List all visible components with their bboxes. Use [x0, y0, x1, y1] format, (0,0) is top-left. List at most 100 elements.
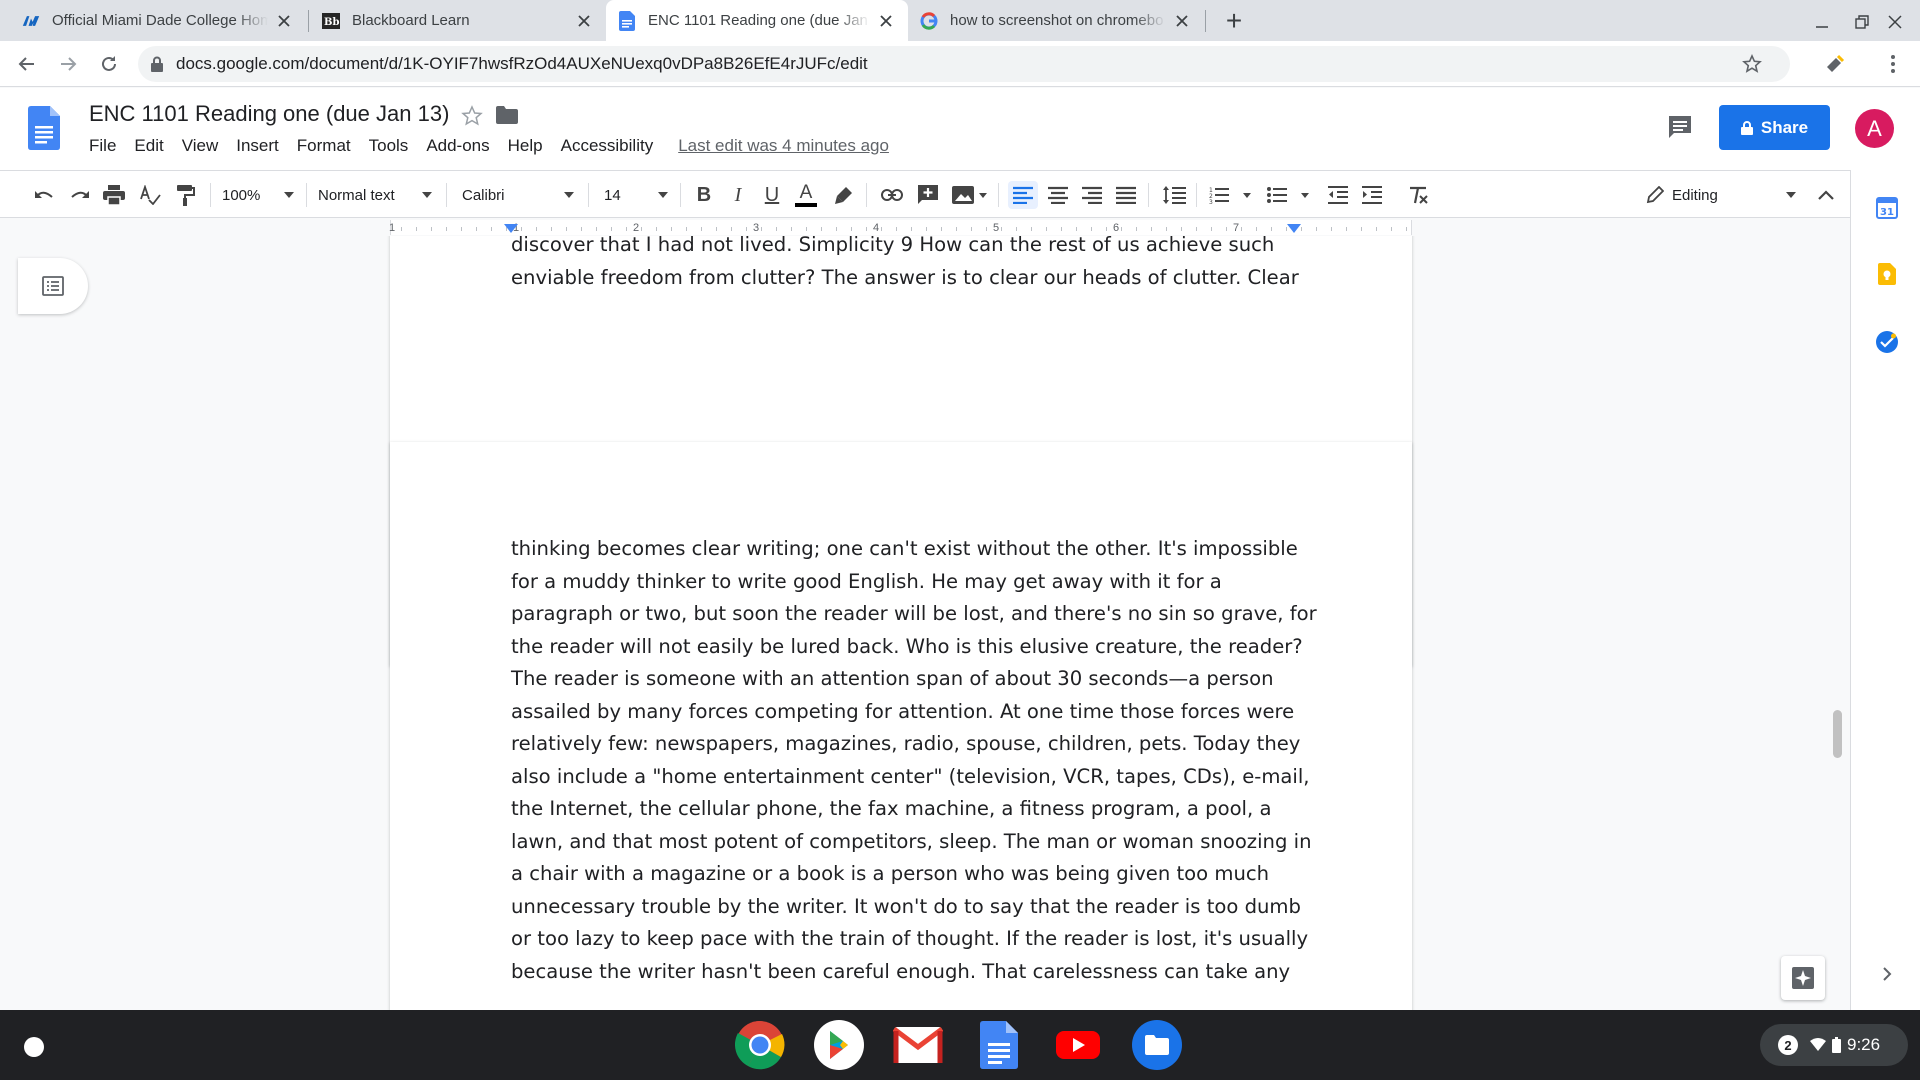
document-text-line[interactable]: also include a "home entertainment cente…: [511, 761, 1310, 794]
print-icon[interactable]: [100, 181, 128, 209]
docs-home-icon[interactable]: [28, 106, 60, 150]
document-page[interactable]: thinking becomes clear writing; one can'…: [390, 442, 1412, 1010]
close-tab-icon[interactable]: [876, 11, 896, 31]
avatar[interactable]: A: [1855, 109, 1894, 148]
numbered-list-icon[interactable]: 123: [1208, 181, 1254, 209]
menu-file[interactable]: File: [80, 136, 125, 156]
keep-icon[interactable]: [1875, 262, 1899, 286]
reload-button[interactable]: [96, 51, 122, 77]
document-text-line[interactable]: thinking becomes clear writing; one can'…: [511, 533, 1298, 566]
insert-image-icon[interactable]: [950, 181, 990, 209]
star-icon[interactable]: [461, 105, 483, 127]
document-text-line[interactable]: the reader will not easily be lured back…: [511, 631, 1303, 664]
restore-button[interactable]: [1850, 8, 1874, 36]
collapse-menus-icon[interactable]: [1812, 181, 1840, 209]
italic-icon[interactable]: I: [724, 181, 752, 209]
play-store-icon[interactable]: [814, 1020, 864, 1070]
add-comment-icon[interactable]: [914, 181, 942, 209]
menu-tools[interactable]: Tools: [360, 136, 418, 156]
gmail-icon[interactable]: [893, 1020, 943, 1070]
menu-accessibility[interactable]: Accessibility: [552, 136, 663, 156]
underline-icon[interactable]: U: [758, 181, 786, 209]
last-edit-link[interactable]: Last edit was 4 minutes ago: [678, 136, 889, 156]
align-left-icon[interactable]: [1008, 181, 1038, 209]
youtube-icon[interactable]: [1053, 1020, 1103, 1070]
close-tab-icon[interactable]: [274, 11, 294, 31]
document-outline-button[interactable]: [18, 258, 88, 314]
document-text-line[interactable]: or too lazy to keep pace with the train …: [511, 923, 1308, 956]
document-text-line[interactable]: paragraph or two, but soon the reader wi…: [511, 598, 1317, 631]
close-window-button[interactable]: [1883, 8, 1907, 36]
ruler-tick: [761, 227, 762, 231]
launcher-button[interactable]: [22, 1035, 46, 1059]
align-right-icon[interactable]: [1078, 181, 1106, 209]
menu-help[interactable]: Help: [499, 136, 552, 156]
editing-mode-select[interactable]: Editing: [1646, 181, 1796, 209]
document-text-line[interactable]: discover that I had not lived. Simplicit…: [511, 236, 1274, 262]
status-tray[interactable]: 2 9:26: [1760, 1024, 1908, 1066]
tasks-icon[interactable]: [1875, 330, 1899, 354]
explore-button[interactable]: [1781, 956, 1825, 1000]
comment-history-icon[interactable]: [1667, 114, 1693, 140]
insert-link-icon[interactable]: [878, 181, 906, 209]
extension-icon[interactable]: [1822, 51, 1848, 77]
files-icon[interactable]: [1132, 1020, 1182, 1070]
document-text-line[interactable]: assailed by many forces competing for at…: [511, 696, 1294, 729]
document-text-line[interactable]: unnecessary trouble by the writer. It wo…: [511, 891, 1301, 924]
right-indent-marker[interactable]: [1287, 224, 1301, 234]
document-text-line[interactable]: The reader is someone with an attention …: [511, 663, 1274, 696]
minimize-button[interactable]: [1810, 8, 1834, 36]
left-indent-marker[interactable]: [504, 224, 518, 234]
document-text-line[interactable]: because the writer hasn't been careful e…: [511, 956, 1290, 989]
font-select[interactable]: Calibri: [462, 181, 574, 209]
menu-addons[interactable]: Add-ons: [417, 136, 498, 156]
menu-edit[interactable]: Edit: [125, 136, 172, 156]
font-size-select[interactable]: 14: [604, 181, 668, 209]
browser-tab-google[interactable]: how to screenshot on chromebo: [908, 0, 1204, 41]
menu-insert[interactable]: Insert: [227, 136, 288, 156]
new-tab-button[interactable]: +: [1220, 7, 1248, 35]
decrease-indent-icon[interactable]: [1324, 181, 1352, 209]
document-text-line[interactable]: for a muddy thinker to write good Englis…: [511, 566, 1222, 599]
calendar-icon[interactable]: 31: [1875, 196, 1899, 220]
folder-icon[interactable]: [496, 106, 518, 124]
bookmark-star-icon[interactable]: [1742, 54, 1762, 74]
browser-tab-blackboard[interactable]: Bb Blackboard Learn: [310, 0, 606, 41]
document-text-line[interactable]: a chair with a magazine or a book is a p…: [511, 858, 1269, 891]
zoom-select[interactable]: 100%: [222, 181, 294, 209]
close-tab-icon[interactable]: [574, 11, 594, 31]
docs-icon[interactable]: [974, 1020, 1024, 1070]
share-button[interactable]: Share: [1719, 105, 1830, 150]
document-text-line[interactable]: relatively few: newspapers, magazines, r…: [511, 728, 1300, 761]
line-spacing-icon[interactable]: [1160, 181, 1188, 209]
document-title[interactable]: ENC 1101 Reading one (due Jan 13): [89, 101, 449, 127]
address-bar[interactable]: docs.google.com/document/d/1K-OYIF7hwsfR…: [138, 46, 1790, 82]
back-button[interactable]: [14, 51, 40, 77]
justify-icon[interactable]: [1112, 181, 1140, 209]
paragraph-style-select[interactable]: Normal text: [318, 181, 432, 209]
close-tab-icon[interactable]: [1172, 11, 1192, 31]
menu-format[interactable]: Format: [288, 136, 360, 156]
browser-menu-icon[interactable]: [1880, 51, 1906, 77]
paint-format-icon[interactable]: [172, 181, 200, 209]
align-center-icon[interactable]: [1044, 181, 1072, 209]
menu-view[interactable]: View: [173, 136, 228, 156]
text-color-icon[interactable]: A: [792, 181, 820, 209]
expand-side-panel-icon[interactable]: [1875, 962, 1899, 986]
undo-icon[interactable]: [30, 181, 58, 209]
increase-indent-icon[interactable]: [1358, 181, 1386, 209]
redo-icon[interactable]: [66, 181, 94, 209]
forward-button[interactable]: [55, 51, 81, 77]
bulleted-list-icon[interactable]: [1266, 181, 1312, 209]
bold-icon[interactable]: B: [690, 181, 718, 209]
chrome-icon[interactable]: [735, 1020, 785, 1070]
document-text-line[interactable]: the Internet, the cellular phone, the fa…: [511, 793, 1271, 826]
document-text-line[interactable]: lawn, and that most potent of competitor…: [511, 826, 1311, 859]
clear-formatting-icon[interactable]: [1404, 181, 1432, 209]
highlight-icon[interactable]: [830, 181, 858, 209]
document-text-line[interactable]: enviable freedom from clutter? The answe…: [511, 262, 1299, 295]
scrollbar-thumb[interactable]: [1833, 710, 1842, 758]
browser-tab-mdc[interactable]: Official Miami Dade College Hom: [10, 0, 306, 41]
browser-tab-docs[interactable]: ENC 1101 Reading one (due Jan: [606, 0, 908, 41]
spellcheck-icon[interactable]: [136, 181, 164, 209]
